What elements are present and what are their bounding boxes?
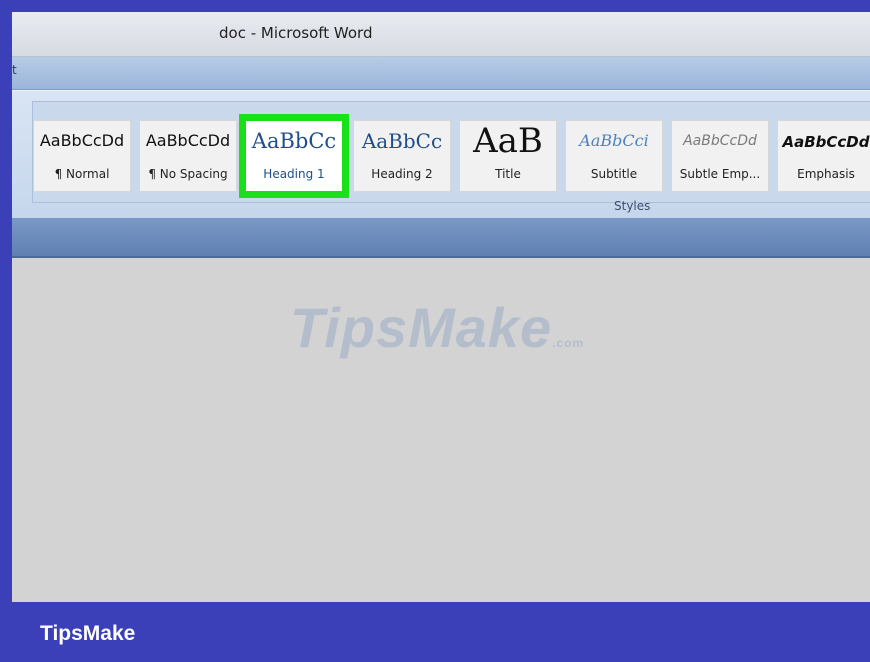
- style-preview: AaBbCcDd: [39, 131, 125, 150]
- style-heading-1[interactable]: AaBbCc Heading 1: [239, 114, 349, 198]
- styles-gallery: AaBbCcDd ¶ Normal AaBbCcDd ¶ No Spacing …: [32, 101, 870, 203]
- style-name: Heading 1: [263, 167, 325, 181]
- footer-banner: TipsMake: [0, 602, 870, 662]
- word-window: doc - Microsoft Word t AaBbCcDd ¶ Normal…: [12, 12, 870, 602]
- style-subtle-emphasis[interactable]: AaBbCcDd Subtle Emp...: [671, 120, 769, 192]
- style-subtitle[interactable]: AaBbCci Subtitle: [565, 120, 663, 192]
- style-title[interactable]: AaB Title: [459, 120, 557, 192]
- style-preview: AaBbCc: [251, 129, 337, 153]
- style-preview: AaBbCcDd: [683, 133, 757, 149]
- window-title: doc - Microsoft Word: [219, 24, 373, 42]
- style-name: Subtitle: [590, 167, 638, 181]
- style-name: Emphasis: [797, 167, 855, 181]
- title-bar: doc - Microsoft Word: [12, 12, 870, 57]
- ribbon-tab-strip: t: [12, 57, 870, 90]
- styles-group-label: Styles: [614, 199, 651, 213]
- style-emphasis[interactable]: AaBbCcDd Emphasis: [777, 120, 870, 192]
- style-preview: AaBbCc: [361, 129, 443, 153]
- style-name: Heading 2: [371, 167, 433, 181]
- tab-fragment[interactable]: t: [12, 63, 17, 77]
- style-no-spacing[interactable]: AaBbCcDd ¶ No Spacing: [139, 120, 237, 192]
- ribbon-bottom-bar: [12, 218, 870, 258]
- style-heading-2[interactable]: AaBbCc Heading 2: [353, 120, 451, 192]
- style-name: ¶ No Spacing: [148, 167, 228, 181]
- footer-brand: TipsMake: [40, 622, 136, 645]
- style-name: ¶ Normal: [54, 167, 110, 181]
- watermark-suffix: .com: [552, 336, 585, 350]
- style-preview: AaB: [473, 121, 543, 161]
- watermark: TipsMake.com: [290, 295, 584, 360]
- style-name: Title: [495, 167, 521, 181]
- watermark-text: TipsMake: [290, 296, 553, 359]
- ribbon: AaBbCcDd ¶ Normal AaBbCcDd ¶ No Spacing …: [12, 90, 870, 219]
- style-name: Subtle Emp...: [679, 167, 761, 181]
- style-preview: AaBbCci: [579, 131, 649, 150]
- style-normal[interactable]: AaBbCcDd ¶ Normal: [33, 120, 131, 192]
- style-preview: AaBbCcDd: [782, 133, 870, 151]
- style-preview: AaBbCcDd: [145, 131, 231, 150]
